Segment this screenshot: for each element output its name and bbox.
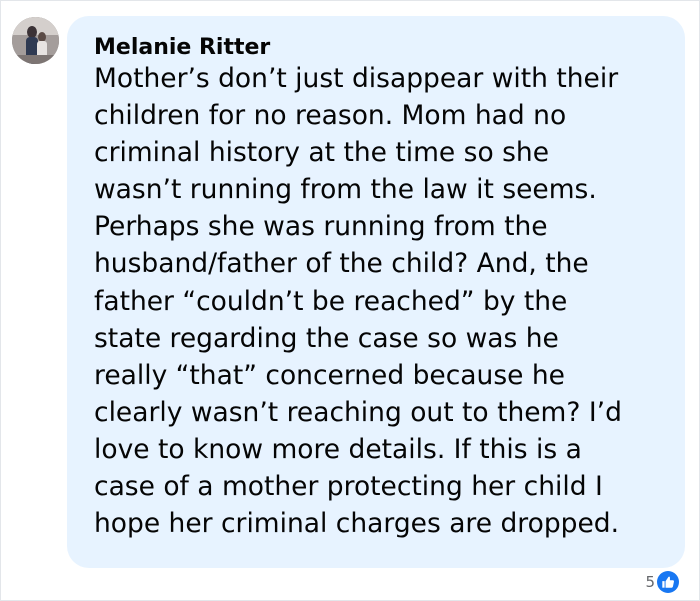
reaction-count: 5	[645, 573, 655, 591]
comment-card: Melanie Ritter Mother’s don’t just disap…	[0, 0, 700, 601]
like-icon	[657, 571, 679, 593]
comment-line: wasn’t running from the law it seems.	[94, 174, 597, 206]
comment-line: case of a mother protecting her child I	[94, 471, 603, 503]
comment-author-name[interactable]: Melanie Ritter	[94, 34, 270, 62]
comment-line: clearly wasn’t reaching out to them? I’d	[94, 396, 622, 428]
reaction-summary[interactable]: 5	[645, 571, 679, 593]
comment-line: state regarding the case so was he	[94, 322, 559, 354]
comment-line: hope her criminal charges are dropped.	[94, 508, 620, 540]
comment-line: criminal history at the time so she	[94, 137, 550, 169]
avatar-photo	[12, 17, 59, 64]
avatar[interactable]	[12, 17, 59, 64]
comment-line: love to know more details. If this is a	[94, 433, 582, 465]
comment-text: Mother’s don’t just disappear with their…	[94, 60, 674, 542]
comment-line: Mother’s don’t just disappear with their	[94, 63, 619, 94]
comment-line: husband/father of the child? And, the	[94, 248, 589, 280]
comment-line: father “couldn’t be reached” by the	[94, 285, 568, 317]
comment-line: children for no reason. Mom had no	[94, 100, 567, 132]
comment-line: Perhaps she was running from the	[94, 211, 548, 243]
comment-line: really “that” concerned because he	[94, 359, 565, 391]
